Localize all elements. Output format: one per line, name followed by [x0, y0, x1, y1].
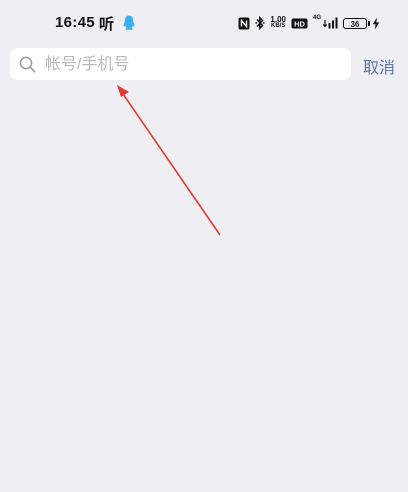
signal-icon: [323, 17, 338, 29]
search-icon: [19, 56, 36, 73]
status-time: 16:45: [55, 14, 95, 31]
qq-icon: [123, 15, 135, 30]
hd-icon: HD: [291, 18, 308, 28]
cancel-button[interactable]: 取消: [363, 54, 395, 78]
charging-icon: [372, 17, 380, 29]
battery-level: 36: [350, 19, 360, 29]
hd-label: HD: [294, 19, 305, 28]
bluetooth-icon: [255, 16, 266, 30]
network-speed-value: 1.00: [270, 15, 286, 24]
nfc-icon: [238, 17, 250, 29]
search-box[interactable]: [10, 48, 351, 82]
status-icons: 1.00 KB/S HD 4G 36: [238, 13, 380, 33]
battery-indicator: 36: [343, 17, 370, 29]
network-type: 4G: [312, 15, 321, 21]
app-indicator: 听: [99, 16, 115, 33]
network-speed-unit: KB/S: [271, 23, 286, 29]
search-input[interactable]: [43, 48, 347, 82]
network-speed: 1.00 KB/S: [270, 16, 286, 30]
status-bar: 16:45 听 1.00 KB/S HD 4G 36: [0, 0, 408, 44]
